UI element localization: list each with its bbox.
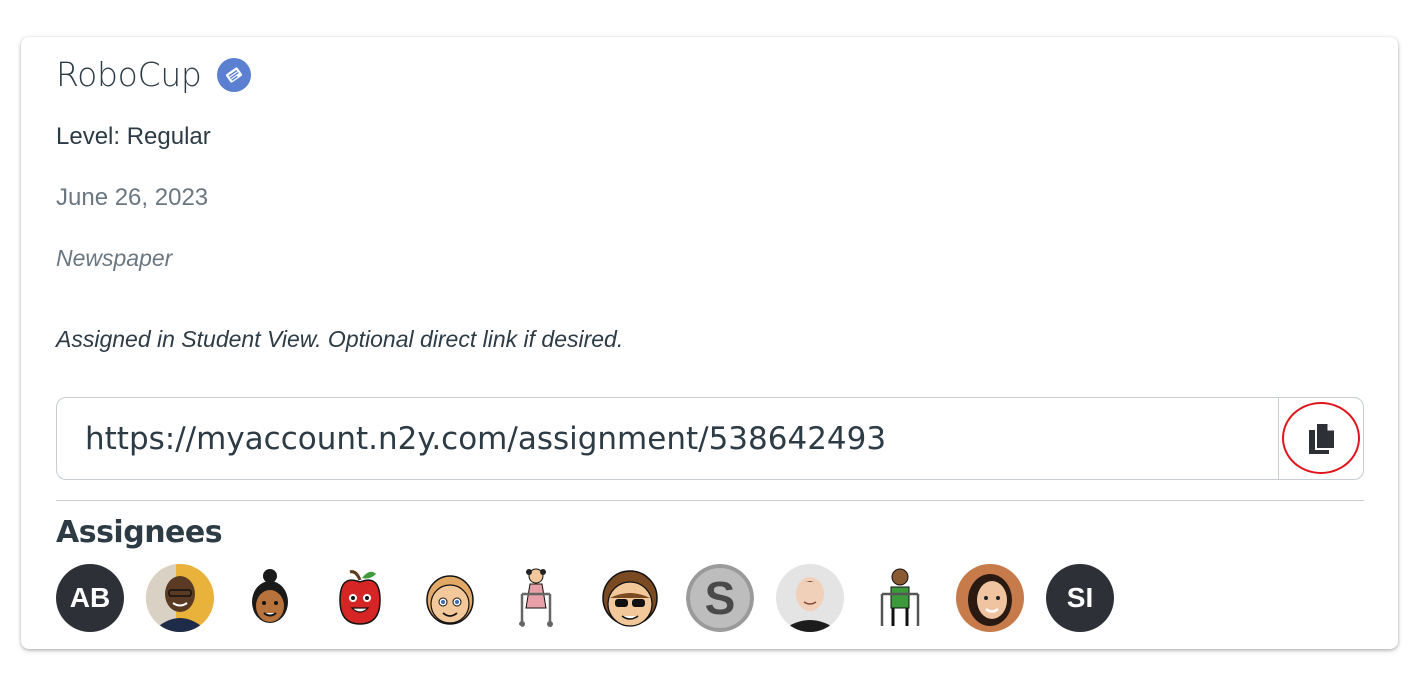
- date-label: June 26, 2023: [56, 184, 209, 211]
- avatar[interactable]: SI: [1046, 564, 1114, 632]
- apple-face-icon: [339, 570, 381, 625]
- boy-walker-icon: [880, 568, 920, 626]
- avatar[interactable]: [146, 564, 214, 632]
- student-photo-icon: [956, 564, 1024, 632]
- highlight-ring: [1282, 402, 1360, 474]
- assignees-heading: Assignees: [56, 515, 223, 550]
- direct-link-field: [56, 397, 1364, 480]
- title-row: RoboCup: [56, 55, 251, 94]
- avatar[interactable]: S: [686, 564, 754, 632]
- avatar-initials: SI: [1066, 582, 1094, 613]
- direct-link-input[interactable]: [57, 398, 1278, 479]
- avatar[interactable]: [866, 564, 934, 632]
- assignment-title[interactable]: RoboCup: [56, 55, 202, 94]
- svg-text:S: S: [705, 572, 736, 624]
- avatar[interactable]: [236, 564, 304, 632]
- assignment-card: RoboCup Level: Regular June 26, 2023 New…: [21, 37, 1398, 649]
- level-label: Level: Regular: [56, 123, 211, 150]
- girl-bun-icon: [252, 569, 288, 623]
- avatar[interactable]: [956, 564, 1024, 632]
- avatar[interactable]: [506, 564, 574, 632]
- avatar[interactable]: AB: [56, 564, 124, 632]
- student-photo-icon: [146, 564, 214, 632]
- type-label: Newspaper: [56, 245, 173, 271]
- avatar[interactable]: [596, 564, 664, 632]
- blond-boy-icon: [426, 575, 474, 625]
- avatar[interactable]: [416, 564, 484, 632]
- copy-link-button[interactable]: [1278, 398, 1363, 479]
- letter-s-icon: S: [686, 564, 754, 632]
- assignment-note: Assigned in Student View. Optional direc…: [56, 326, 624, 352]
- newspaper-badge-icon: [216, 57, 251, 92]
- avatar[interactable]: [326, 564, 394, 632]
- student-photo-icon: [776, 564, 844, 632]
- assignee-avatar-list: AB S SI: [56, 564, 1114, 632]
- avatar-initials: AB: [69, 582, 111, 613]
- sunglasses-boy-icon: [602, 570, 658, 627]
- avatar[interactable]: [776, 564, 844, 632]
- section-divider: [56, 500, 1364, 501]
- girl-walker-icon: [519, 568, 553, 627]
